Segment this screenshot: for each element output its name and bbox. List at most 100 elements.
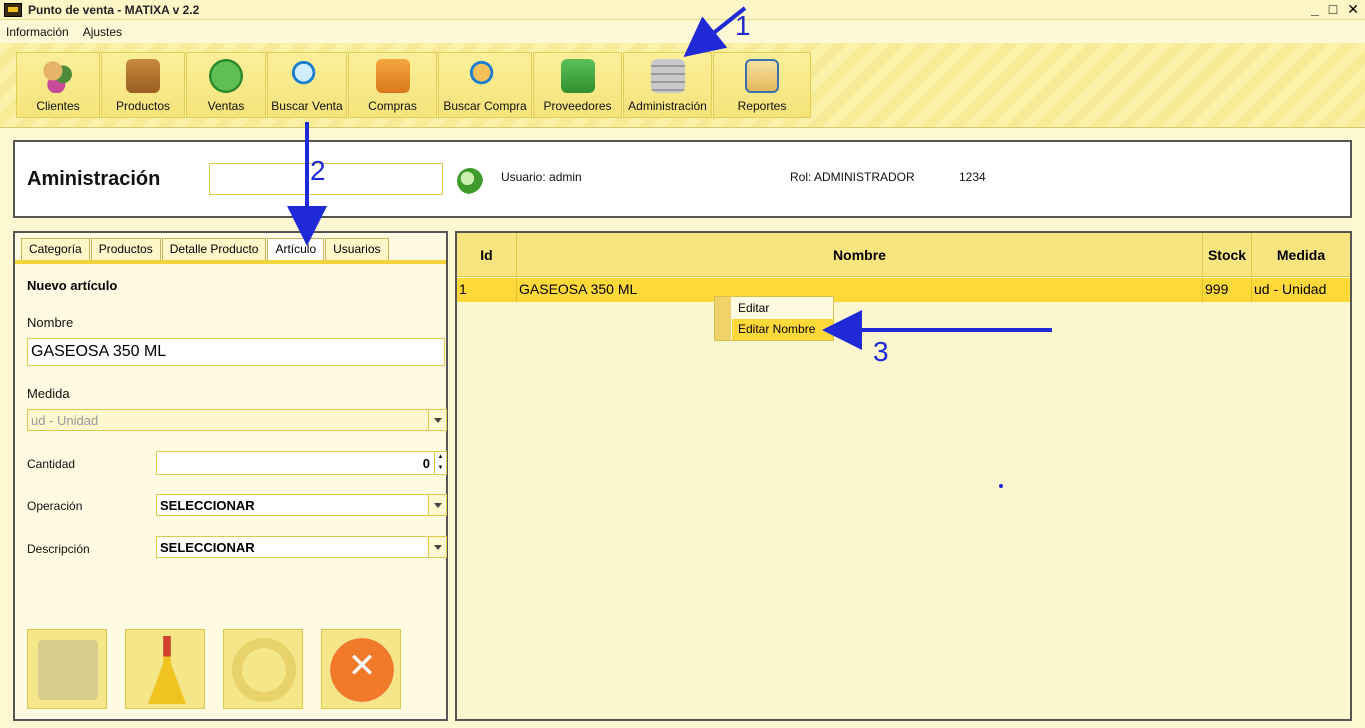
main-toolbar: Clientes Productos Ventas Buscar Venta C… — [16, 52, 812, 118]
cancel-button[interactable] — [321, 629, 401, 709]
context-menu: Editar Editar Nombre — [714, 296, 834, 341]
tab-productos[interactable]: Productos — [90, 238, 161, 260]
search-button[interactable] — [457, 168, 483, 194]
spin-up-icon[interactable]: ▲ — [435, 452, 446, 463]
descripcion-value: SELECCIONAR — [160, 540, 255, 555]
tab-detalle-producto[interactable]: Detalle Producto — [161, 238, 267, 260]
floppy-disk-icon — [38, 640, 98, 700]
cell-medida: ud - Unidad — [1254, 281, 1327, 297]
spinner-buttons: ▲ ▼ — [434, 452, 446, 474]
minimize-button[interactable]: _ — [1311, 0, 1319, 18]
annotation-step-1: 1 — [735, 10, 751, 41]
toolbar-administracion-button[interactable]: Administración — [623, 52, 712, 118]
admin-header-panel: Aministración Usuario: admin Rol: ADMINI… — [13, 140, 1352, 218]
save-button[interactable] — [27, 629, 107, 709]
descripcion-select[interactable]: SELECCIONAR — [156, 536, 447, 558]
table-header: Id Nombre Stock Medida — [457, 233, 1350, 277]
refresh-button[interactable] — [223, 629, 303, 709]
app-icon — [4, 2, 22, 17]
toolbar-productos-button[interactable]: Productos — [101, 52, 185, 118]
operacion-value: SELECCIONAR — [160, 498, 255, 513]
tab-usuarios[interactable]: Usuarios — [325, 238, 389, 260]
chevron-down-icon[interactable] — [428, 537, 446, 557]
refresh-icon — [232, 638, 296, 702]
toolbar-buscar-compra-button[interactable]: Buscar Compra — [438, 52, 532, 118]
medida-label: Medida — [27, 386, 70, 401]
toolbar-ventas-button[interactable]: Ventas — [186, 52, 266, 118]
toolbar-buscar-venta-button[interactable]: Buscar Venta — [267, 52, 347, 118]
basket-icon — [375, 59, 410, 93]
magnifier-box-icon — [468, 59, 502, 93]
user-label: Usuario: admin — [501, 170, 582, 184]
toolbar-label: Buscar Venta — [271, 99, 343, 113]
toolbar-label: Administración — [628, 99, 707, 113]
page-title: Aministración — [27, 168, 161, 190]
role-label: Rol: ADMINISTRADOR — [790, 170, 915, 184]
supplier-icon — [560, 59, 595, 93]
operacion-label: Operación — [27, 499, 83, 513]
toolbar-label: Compras — [368, 99, 417, 113]
nombre-input[interactable]: GASEOSA 350 ML — [27, 338, 445, 366]
box-icon — [126, 59, 160, 93]
tab-strip: Categoría Productos Detalle Producto Art… — [21, 238, 390, 260]
title-bar: Punto de venta - MATIXA v 2.2 _ □ ✕ — [0, 0, 1365, 20]
tab-categoria[interactable]: Categoría — [21, 238, 90, 260]
cell-stock: 999 — [1203, 278, 1252, 302]
clipboard-icon — [745, 59, 779, 93]
context-menu-editar[interactable]: Editar — [732, 298, 833, 319]
context-menu-strip — [715, 297, 731, 340]
close-button[interactable]: ✕ — [1347, 0, 1359, 18]
code-label: 1234 — [959, 170, 986, 184]
toolbar-label: Productos — [115, 99, 171, 113]
cancel-icon — [330, 638, 394, 702]
toolbar-label: Reportes — [737, 99, 787, 113]
chevron-down-icon[interactable] — [428, 410, 446, 430]
column-header-nombre[interactable]: Nombre — [517, 233, 1203, 277]
clients-icon — [41, 59, 75, 93]
toolbar-label: Ventas — [207, 99, 245, 113]
annotation-step-3: 3 — [873, 336, 889, 367]
toolbar-label: Clientes — [36, 99, 80, 113]
menu-informacion[interactable]: Información — [6, 25, 69, 39]
database-icon — [650, 59, 685, 93]
context-menu-editar-nombre[interactable]: Editar Nombre — [732, 319, 833, 340]
column-header-id[interactable]: Id — [457, 233, 517, 277]
broom-icon — [148, 636, 186, 704]
article-form-panel: Categoría Productos Detalle Producto Art… — [13, 231, 448, 721]
toolbar-label: Buscar Compra — [443, 99, 527, 113]
annotation-dot — [999, 484, 1003, 488]
nombre-label: Nombre — [27, 315, 74, 330]
operacion-select[interactable]: SELECCIONAR — [156, 494, 447, 516]
search-input[interactable] — [209, 163, 443, 195]
toolbar-proveedores-button[interactable]: Proveedores — [533, 52, 622, 118]
articles-table-panel: Id Nombre Stock Medida 1 GASEOSA 350 ML … — [455, 231, 1352, 721]
toolbar-label: Proveedores — [543, 99, 612, 113]
window-controls: _ □ ✕ — [1311, 0, 1359, 18]
tab-divider — [15, 260, 446, 264]
chevron-down-icon[interactable] — [428, 495, 446, 515]
maximize-button[interactable]: □ — [1329, 0, 1337, 18]
magnifier-icon — [290, 59, 324, 93]
column-header-stock[interactable]: Stock — [1203, 233, 1252, 277]
menu-bar: Información Ajustes — [0, 21, 1365, 43]
cantidad-value: 0 — [422, 456, 430, 471]
toolbar-clientes-button[interactable]: Clientes — [16, 52, 100, 118]
annotation-step-2: 2 — [310, 155, 326, 186]
window-title: Punto de venta - MATIXA v 2.2 — [28, 2, 200, 17]
medida-value: ud - Unidad — [31, 413, 99, 428]
spin-down-icon[interactable]: ▼ — [435, 463, 446, 474]
clear-button[interactable] — [125, 629, 205, 709]
cell-nombre: GASEOSA 350 ML — [517, 278, 1203, 302]
column-header-medida[interactable]: Medida — [1252, 233, 1350, 277]
toolbar-compras-button[interactable]: Compras — [348, 52, 437, 118]
table-row[interactable]: 1 GASEOSA 350 ML 999 ud - Unidad — [457, 278, 1350, 302]
cell-id: 1 — [457, 278, 517, 302]
toolbar-reportes-button[interactable]: Reportes — [713, 52, 811, 118]
menu-ajustes[interactable]: Ajustes — [83, 25, 122, 39]
cantidad-label: Cantidad — [27, 457, 76, 471]
dollar-icon — [209, 59, 243, 93]
cantidad-stepper[interactable]: 0 ▲ ▼ — [156, 451, 447, 475]
tab-articulo[interactable]: Artículo — [267, 238, 325, 260]
medida-select[interactable]: ud - Unidad — [27, 409, 447, 431]
section-title: Nuevo artículo — [27, 278, 118, 293]
